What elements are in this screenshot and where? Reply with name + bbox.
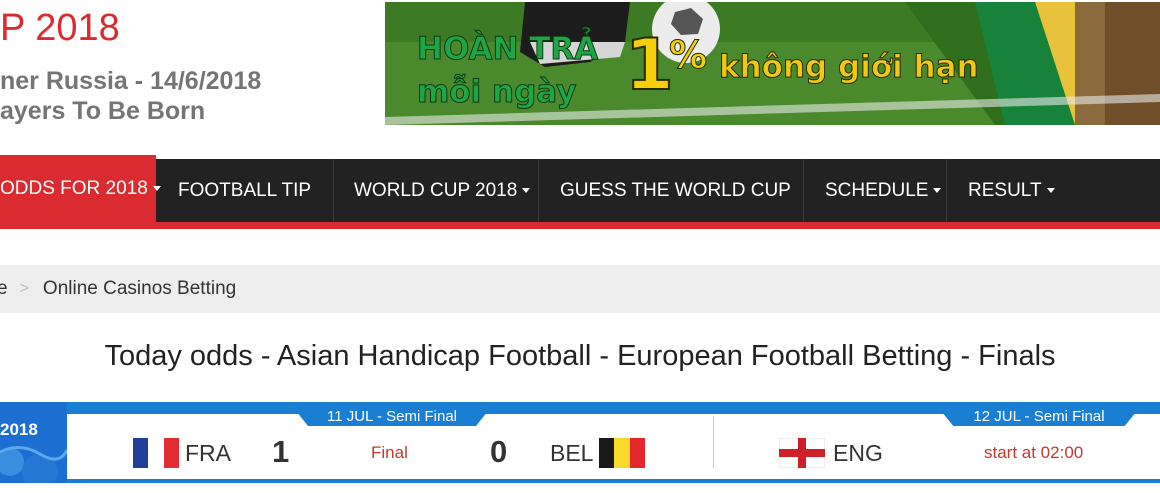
match-status[interactable]: Final <box>371 443 408 463</box>
banner-line2: mỗi ngày <box>416 74 577 110</box>
caret-down-icon <box>1046 188 1055 193</box>
nav-item-schedule[interactable]: SCHEDULE <box>805 159 942 222</box>
home-team[interactable]: FRA <box>133 438 231 468</box>
breadcrumb-home[interactable]: e <box>0 278 8 300</box>
team-code: FRA <box>185 439 231 466</box>
banner-ad[interactable]: HOÀN TRẢ mỗi ngày 1 % không giới hạn <box>385 2 1160 125</box>
nav-item-label: FOOTBALL TIP <box>178 179 312 201</box>
site-tagline-2: ayers To Be Born <box>0 97 206 125</box>
banner-tagline: không giới hạn <box>719 49 980 85</box>
banner-percent: % <box>668 33 708 77</box>
home-team[interactable]: ENG <box>779 438 883 468</box>
nav-item-world-cup[interactable]: WORLD CUP 2018 <box>334 159 531 222</box>
logo-pattern <box>0 446 67 483</box>
team-code: BEL <box>550 439 594 466</box>
logo-year: 2018 <box>0 420 38 439</box>
nav-item-label: GUESS THE WORLD CUP <box>560 179 791 201</box>
belgium-flag-icon <box>599 438 646 468</box>
nav-item-odds[interactable]: ODDS FOR 2018 <box>0 155 161 222</box>
nav-item-football-tip[interactable]: FOOTBALL TIP <box>158 159 311 222</box>
nav-separator <box>946 159 947 222</box>
match-round-tab: 12 JUL - Semi Final <box>937 406 1141 426</box>
caret-down-icon <box>522 188 531 193</box>
nav-item-label: SCHEDULE <box>825 179 929 201</box>
banner-line1: HOÀN TRẢ <box>416 31 599 67</box>
match-divider <box>713 416 714 468</box>
home-score: 1 <box>272 434 290 469</box>
world-cup-logo[interactable]: 2018 <box>0 402 67 483</box>
breadcrumb: e > Online Casinos Betting <box>0 265 1160 313</box>
caret-down-icon <box>933 188 942 193</box>
breadcrumb-separator-icon: > <box>19 280 29 297</box>
nav-item-result[interactable]: RESULT <box>948 159 1055 222</box>
nav-item-label: WORLD CUP 2018 <box>354 179 518 201</box>
page-title: Today odds - Asian Handicap Football - E… <box>104 340 1056 372</box>
team-code: ENG <box>833 439 883 466</box>
nav-item-guess[interactable]: GUESS THE WORLD CUP <box>540 159 791 222</box>
nav-item-label: ODDS FOR 2018 <box>0 177 148 199</box>
breadcrumb-current: Online Casinos Betting <box>42 278 237 299</box>
banner-number: 1 <box>624 24 675 106</box>
main-nav: ODDS FOR 2018 FOOTBALL TIP WORLD CUP 201… <box>0 155 1160 222</box>
nav-separator <box>538 159 539 222</box>
away-team[interactable]: BEL <box>550 438 646 468</box>
nav-accent-bar <box>0 222 1160 229</box>
away-score: 0 <box>490 434 508 469</box>
france-flag-icon <box>133 438 179 468</box>
nav-item-label: RESULT <box>968 179 1042 201</box>
england-flag-icon <box>779 438 825 468</box>
match-round-tab: 11 JUL - Semi Final <box>292 406 492 426</box>
match-status[interactable]: start at 02:00 <box>984 443 1083 463</box>
site-tagline: ner Russia - 14/6/2018 <box>0 67 262 95</box>
site-title[interactable]: P 2018 <box>0 6 120 50</box>
nav-separator <box>803 159 804 222</box>
